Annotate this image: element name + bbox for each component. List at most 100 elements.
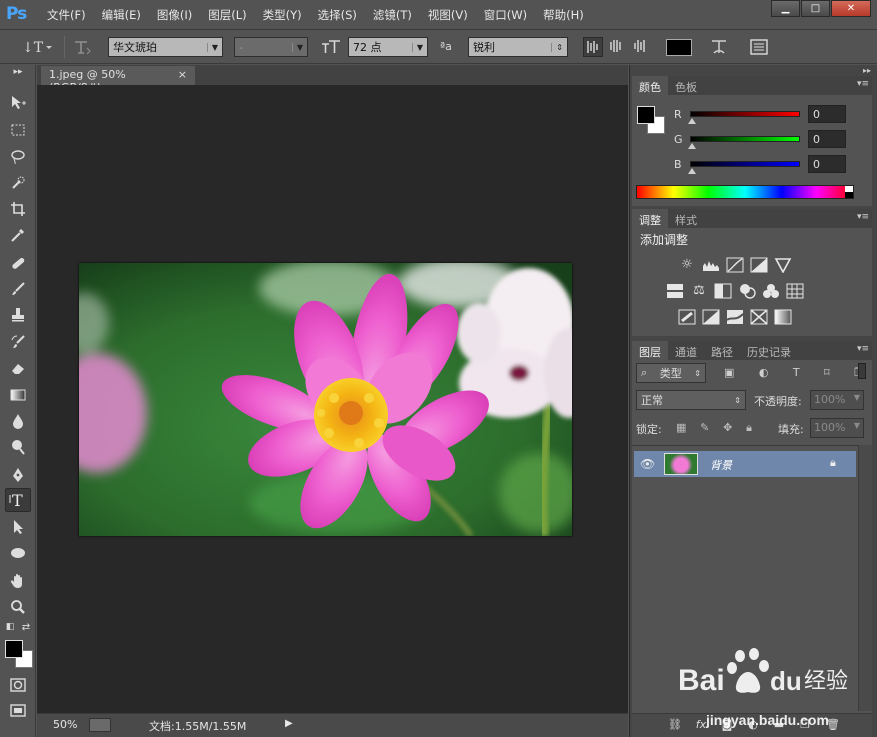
lasso-tool-icon[interactable]	[5, 145, 31, 169]
brightness-contrast-icon[interactable]: ☼	[678, 257, 696, 273]
filter-type-icon[interactable]: T	[793, 366, 800, 380]
crop-tool-icon[interactable]	[5, 197, 31, 221]
menu-filter[interactable]: 滤镜(T)	[373, 7, 412, 23]
status-preview-icon[interactable]	[89, 718, 111, 732]
move-tool-icon[interactable]	[5, 91, 31, 115]
menu-file[interactable]: 文件(F)	[47, 7, 86, 23]
layer-name[interactable]: 背景	[710, 457, 732, 473]
lock-transparent-icon[interactable]: ▦	[676, 421, 686, 435]
maximize-button[interactable]: □	[801, 0, 830, 17]
dodge-tool-icon[interactable]	[5, 435, 31, 459]
status-menu-icon[interactable]: ▶	[285, 718, 293, 729]
filter-shape-icon[interactable]: ⌑	[824, 366, 830, 380]
exposure-icon[interactable]	[750, 257, 768, 273]
green-slider-thumb[interactable]	[688, 143, 696, 149]
black-white-icon[interactable]	[714, 283, 732, 299]
tab-adjustments[interactable]: 调整	[632, 209, 668, 228]
tab-color[interactable]: 颜色	[632, 76, 668, 95]
eye-visibility-icon[interactable]: 👁︎	[640, 457, 655, 471]
align-center-icon[interactable]	[607, 37, 627, 57]
flower-photo[interactable]	[79, 263, 572, 536]
fill-field[interactable]: 100% ▼	[810, 418, 864, 438]
levels-icon[interactable]	[702, 257, 720, 273]
path-selection-tool-icon[interactable]	[5, 515, 31, 539]
photo-filter-icon[interactable]	[738, 283, 756, 299]
close-button[interactable]: ✕	[831, 0, 871, 17]
warp-text-icon[interactable]	[708, 37, 730, 57]
hand-tool-icon[interactable]	[5, 569, 31, 593]
canvas-area[interactable]	[37, 85, 628, 713]
quick-selection-tool-icon[interactable]	[5, 171, 31, 195]
eraser-tool-icon[interactable]	[5, 356, 31, 380]
posterize-icon[interactable]	[702, 309, 720, 325]
menu-edit[interactable]: 编辑(E)	[102, 7, 141, 23]
curves-icon[interactable]	[726, 257, 744, 273]
default-colors-icon[interactable]: ◧	[3, 621, 17, 633]
blue-value[interactable]: 0	[808, 155, 846, 173]
quick-mask-icon[interactable]	[5, 673, 31, 697]
align-right-icon[interactable]	[631, 37, 651, 57]
tab-styles[interactable]: 样式	[668, 209, 704, 228]
red-slider-thumb[interactable]	[688, 118, 696, 124]
color-foreground-swatch[interactable]	[637, 106, 655, 124]
menu-view[interactable]: 视图(V)	[428, 7, 468, 23]
hue-saturation-icon[interactable]	[666, 283, 684, 299]
eyedropper-tool-icon[interactable]	[5, 223, 31, 247]
gradient-map-icon[interactable]	[774, 309, 792, 325]
tab-history[interactable]: 历史记录	[740, 341, 798, 360]
text-orientation-icon[interactable]	[72, 37, 92, 57]
red-slider[interactable]	[690, 111, 800, 117]
zoom-level[interactable]: 50%	[53, 718, 77, 731]
filter-adjustment-icon[interactable]: ◐	[759, 366, 769, 380]
font-size-select[interactable]: 72 点 ▼	[348, 37, 428, 57]
screen-mode-icon[interactable]	[5, 699, 31, 723]
type-tool-preset-icon[interactable]: ↓T	[18, 37, 54, 57]
menu-select[interactable]: 选择(S)	[318, 7, 357, 23]
green-value[interactable]: 0	[808, 130, 846, 148]
lock-all-icon[interactable]: 🔒︎	[746, 421, 752, 435]
font-style-select[interactable]: - ▼	[234, 37, 308, 57]
blue-slider-thumb[interactable]	[688, 168, 696, 174]
panel-menu-icon[interactable]: ▾≡	[857, 79, 869, 89]
menu-layer[interactable]: 图层(L)	[208, 7, 246, 23]
ellipse-tool-icon[interactable]	[5, 541, 31, 565]
blend-mode-select[interactable]: 正常 ⇕	[636, 390, 746, 410]
menu-window[interactable]: 窗口(W)	[484, 7, 527, 23]
minimize-button[interactable]: ▁	[771, 0, 800, 17]
layer-row-background[interactable]: 👁︎ 背景 🔒︎	[634, 451, 856, 477]
panel-menu-icon[interactable]: ▾≡	[857, 212, 869, 222]
tab-layers[interactable]: 图层	[632, 341, 668, 360]
panel-menu-icon[interactable]: ▾≡	[857, 344, 869, 354]
marquee-tool-icon[interactable]	[5, 118, 31, 142]
filter-toggle[interactable]	[858, 363, 866, 379]
color-balance-icon[interactable]: ⚖	[690, 283, 708, 299]
lock-pixels-icon[interactable]: ✎	[700, 421, 709, 435]
swap-colors-icon[interactable]: ⇄	[19, 621, 33, 633]
pen-tool-icon[interactable]	[5, 463, 31, 487]
menu-help[interactable]: 帮助(H)	[543, 7, 584, 23]
color-lookup-icon[interactable]	[786, 283, 804, 299]
menu-image[interactable]: 图像(I)	[157, 7, 192, 23]
zoom-tool-icon[interactable]	[5, 595, 31, 619]
selective-color-icon[interactable]	[750, 309, 768, 325]
foreground-color-swatch[interactable]	[5, 640, 23, 658]
green-slider[interactable]	[690, 136, 800, 142]
collapse-arrows-icon[interactable]: ▸▸	[5, 67, 31, 77]
color-spectrum-bar[interactable]	[636, 185, 854, 199]
text-color-swatch[interactable]	[666, 39, 692, 56]
close-tab-icon[interactable]: ×	[178, 68, 187, 83]
tab-channels[interactable]: 通道	[668, 341, 704, 360]
opacity-field[interactable]: 100% ▼	[810, 390, 864, 410]
character-panel-icon[interactable]	[748, 37, 770, 57]
font-family-select[interactable]: 华文琥珀 ▼	[108, 37, 223, 57]
blue-slider[interactable]	[690, 161, 800, 167]
red-value[interactable]: 0	[808, 105, 846, 123]
brush-tool-icon[interactable]	[5, 277, 31, 301]
blur-tool-icon[interactable]	[5, 409, 31, 433]
filter-pixel-icon[interactable]: ▣	[724, 366, 734, 380]
gradient-tool-icon[interactable]	[5, 383, 31, 407]
dock-collapse-icon[interactable]: ▸▸	[863, 66, 871, 75]
invert-icon[interactable]	[678, 309, 696, 325]
clone-stamp-tool-icon[interactable]	[5, 303, 31, 327]
tab-swatches[interactable]: 色板	[668, 76, 704, 95]
